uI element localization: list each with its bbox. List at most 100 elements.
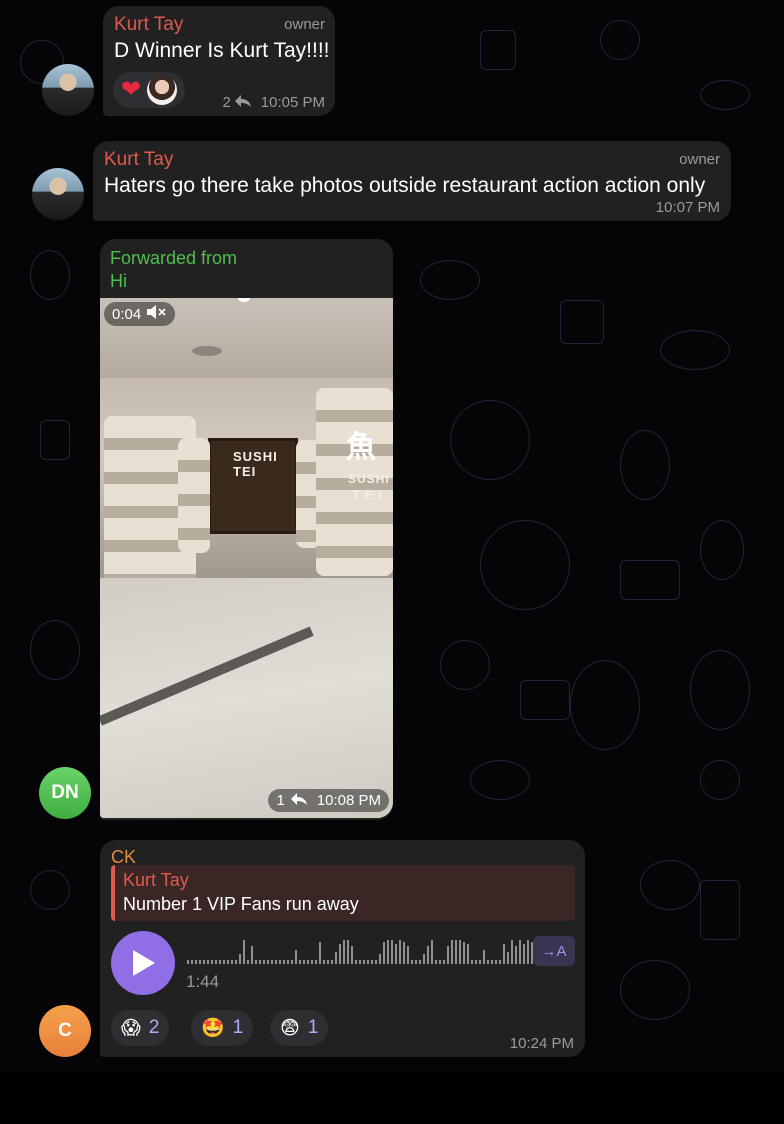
waveform-bar (191, 960, 193, 964)
reply-quote[interactable]: Kurt Tay Number 1 VIP Fans run away (111, 865, 575, 921)
pillar: 魚 SUSHI T E I (316, 388, 393, 576)
doodle (30, 620, 80, 680)
reaction-count: 1 (307, 1017, 319, 1038)
voice-waveform[interactable] (187, 936, 545, 964)
waveform-bar (455, 940, 457, 964)
restaurant-sign: SUSHI TEI (233, 449, 278, 479)
message-bubble: Kurt Tay owner Haters go there take phot… (93, 141, 731, 221)
message-meta: 2 10:05 PM (222, 94, 325, 111)
waveform-bar (523, 944, 525, 964)
doodle (600, 20, 640, 60)
waveform-bar (479, 960, 481, 964)
scream-emoji-icon: 😱 (121, 1017, 141, 1039)
waveform-bar (491, 960, 493, 964)
heart-icon: ❤ (121, 76, 142, 103)
video-duration-chip[interactable]: 0:04 (104, 302, 176, 326)
ceiling-light (192, 346, 222, 356)
waveform-bar (347, 940, 349, 964)
reaction-scream[interactable]: 😱 2 (111, 1010, 170, 1046)
waveform-bar (495, 960, 497, 964)
pillar (178, 438, 210, 553)
waveform-bar (371, 960, 373, 964)
play-button[interactable] (111, 931, 175, 995)
waveform-bar (271, 960, 273, 964)
doodle (700, 760, 740, 800)
timestamp: 10:08 PM (316, 792, 381, 809)
waveform-bar (387, 940, 389, 964)
star-struck-emoji-icon: 🤩 (201, 1018, 225, 1039)
reaction-fearful[interactable]: 😨 1 (270, 1010, 329, 1046)
doodle (480, 30, 516, 70)
waveform-bar (299, 960, 301, 964)
video-meta-chip: 1 10:08 PM (268, 789, 389, 812)
doodle (40, 420, 70, 460)
avatar-kurt-tay[interactable] (32, 168, 84, 220)
waveform-bar (391, 940, 393, 964)
doodle (520, 680, 570, 720)
bottom-bar (0, 1072, 784, 1124)
reply-arrow-icon[interactable] (290, 792, 307, 809)
waveform-bar (483, 950, 485, 964)
waveform-bar (235, 960, 237, 964)
waveform-bar (527, 940, 529, 964)
waveform-bar (259, 960, 261, 964)
waveform-bar (515, 946, 517, 964)
waveform-bar (335, 952, 337, 964)
transcribe-button[interactable]: →A (533, 936, 575, 966)
message-text: D Winner Is Kurt Tay!!!! (114, 39, 330, 62)
reaction-count: 2 (148, 1017, 160, 1038)
video-duration: 0:04 (112, 305, 142, 323)
waveform-bar (295, 950, 297, 964)
waveform-bar (291, 960, 293, 964)
waveform-bar (487, 960, 489, 964)
doodle (700, 520, 744, 580)
doodle (620, 560, 680, 600)
voice-duration: 1:44 (186, 972, 220, 991)
waveform-bar (239, 954, 241, 964)
muted-speaker-icon[interactable] (147, 305, 167, 323)
restaurant-entrance: SUSHI TEI (208, 438, 298, 534)
reaction-heart[interactable]: ❤ (113, 72, 186, 108)
doodle (620, 960, 690, 1020)
waveform-bar (403, 942, 405, 964)
waveform-bar (311, 960, 313, 964)
waveform-bar (411, 960, 413, 964)
waveform-bar (363, 960, 365, 964)
doodle (700, 80, 750, 110)
waveform-bar (519, 940, 521, 964)
waveform-bar (507, 952, 509, 964)
waveform-bar (367, 960, 369, 964)
doodle (450, 400, 530, 480)
waveform-bar (435, 960, 437, 964)
reaction-star-struck[interactable]: 🤩 1 (191, 1010, 254, 1046)
waveform-bar (427, 946, 429, 964)
waveform-bar (443, 960, 445, 964)
waveform-bar (511, 940, 513, 964)
video-player[interactable]: SUSHI TEI 魚 SUSHI T E I 0:04 1 10:08 PM (100, 298, 393, 818)
avatar-kurt-tay[interactable] (42, 64, 94, 116)
doodle (640, 860, 700, 910)
play-icon (133, 950, 155, 976)
avatar-ck[interactable]: C (39, 1005, 91, 1057)
waveform-bar (343, 940, 345, 964)
doodle (470, 760, 530, 800)
reactor-avatar (147, 75, 178, 105)
sender-name[interactable]: Kurt Tay (104, 149, 173, 171)
waveform-bar (215, 960, 217, 964)
waveform-bar (195, 960, 197, 964)
waveform-bar (351, 946, 353, 964)
waveform-bar (355, 960, 357, 964)
waveform-bar (231, 960, 233, 964)
sender-name[interactable]: Kurt Tay (114, 14, 183, 36)
waveform-bar (247, 960, 249, 964)
timestamp: 10:24 PM (509, 1035, 574, 1052)
avatar-dn[interactable]: DN (39, 767, 91, 819)
doodle (440, 640, 490, 690)
reply-arrow-icon[interactable] (234, 94, 251, 111)
waveform-bar (227, 960, 229, 964)
voice-message-bubble: CK Kurt Tay Number 1 VIP Fans run away 1… (100, 840, 585, 1057)
waveform-bar (255, 960, 257, 964)
waveform-bar (419, 960, 421, 964)
waveform-bar (447, 946, 449, 964)
forwarded-source[interactable]: Hi (110, 269, 127, 293)
